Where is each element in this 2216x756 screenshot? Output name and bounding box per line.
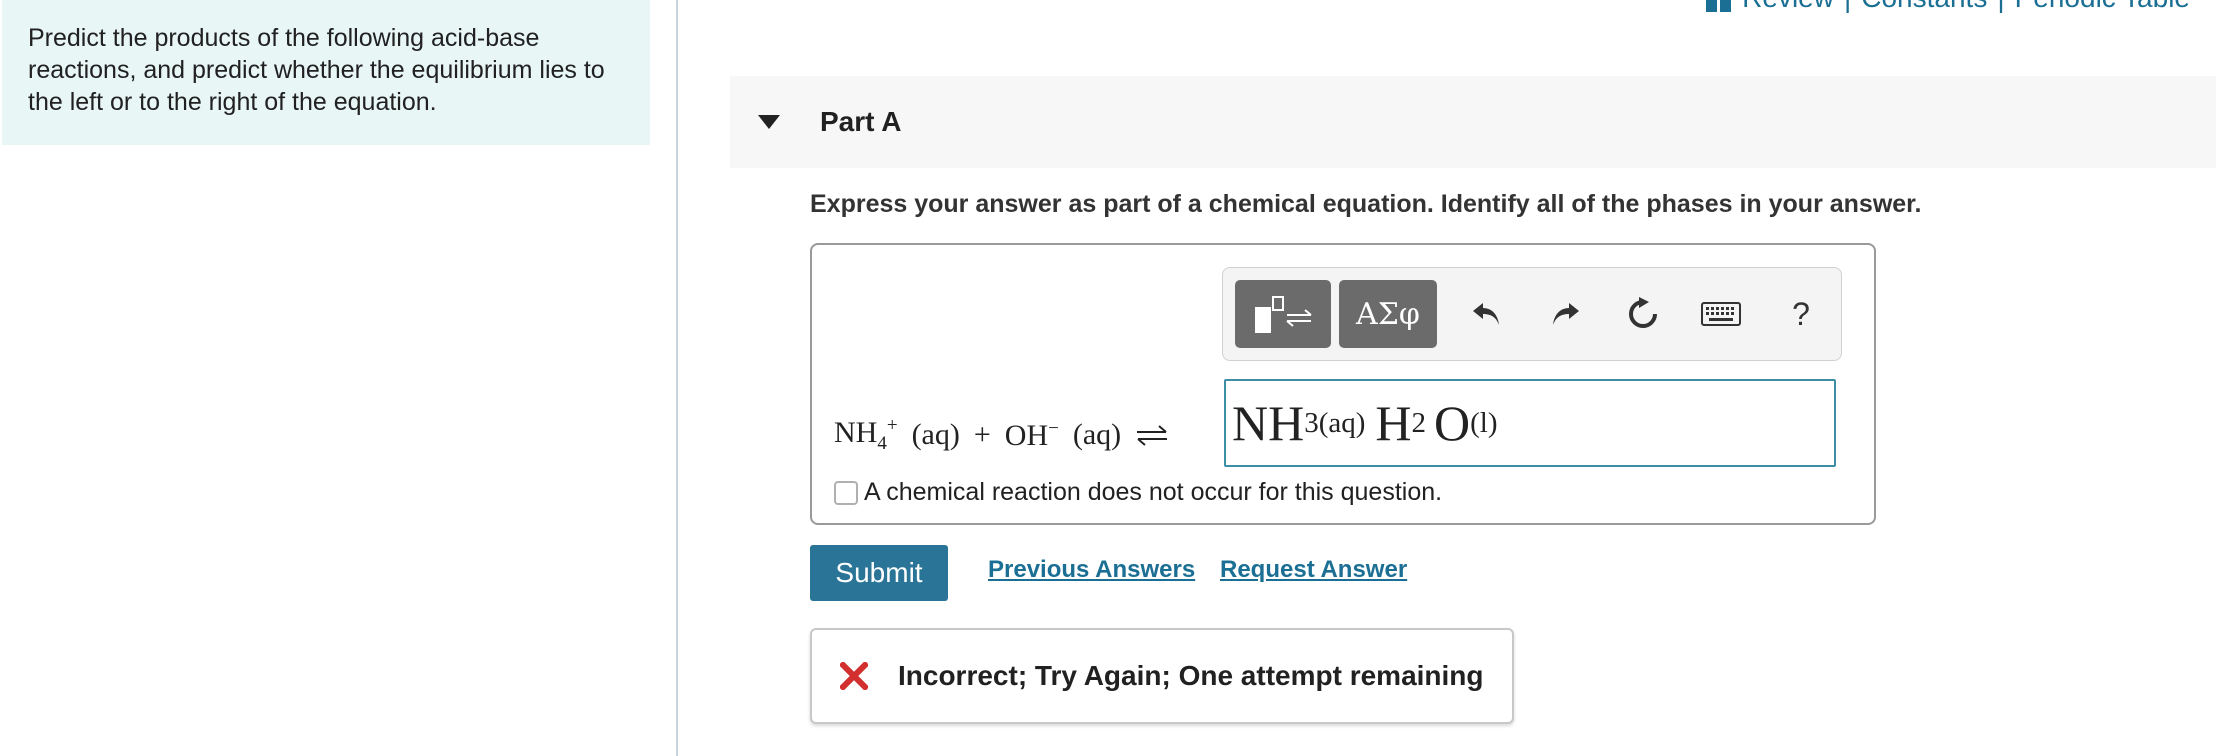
reactant-phase: (aq) xyxy=(1072,418,1122,451)
reactant-ammonium: NH4+ xyxy=(834,415,898,454)
feedback-banner: Incorrect; Try Again; One attempt remain… xyxy=(810,628,1514,724)
templates-icon xyxy=(1255,296,1312,333)
instruction-text: Express your answer as part of a chemica… xyxy=(810,190,1922,218)
reactant-hydroxide: OH− xyxy=(1004,417,1059,452)
plus-sign: + xyxy=(973,418,991,451)
previous-answers-link[interactable]: Previous Answers xyxy=(988,556,1195,584)
top-links: Review | Constants | Periodic Table xyxy=(1706,0,2190,14)
no-reaction-label: A chemical reaction does not occur for t… xyxy=(864,478,1443,506)
periodic-table-link[interactable]: Periodic Table xyxy=(2015,0,2190,14)
keyboard-icon xyxy=(1701,302,1741,326)
link-separator: | xyxy=(1997,0,2004,14)
undo-icon xyxy=(1473,303,1499,325)
part-title: Part A xyxy=(820,106,902,137)
no-reaction-checkbox[interactable] xyxy=(834,480,858,505)
panel-divider xyxy=(676,0,678,756)
caret-down-icon[interactable] xyxy=(758,115,780,129)
equilibrium-arrows-icon xyxy=(1137,425,1168,446)
page: Predict the products of the following ac… xyxy=(0,0,2216,756)
feedback-text: Incorrect; Try Again; One attempt remain… xyxy=(898,660,1484,691)
redo-icon xyxy=(1553,303,1579,325)
constants-link[interactable]: Constants xyxy=(1861,0,1987,14)
help-button[interactable]: ? xyxy=(1777,290,1825,338)
reset-icon xyxy=(1629,297,1657,328)
x-icon xyxy=(840,662,868,690)
keyboard-button[interactable] xyxy=(1697,290,1745,338)
submit-button[interactable]: Submit xyxy=(810,545,948,601)
intro-panel: Predict the products of the following ac… xyxy=(2,0,650,145)
redo-button[interactable] xyxy=(1541,290,1589,338)
answer-input[interactable]: NH 3(aq) H2 O (l) xyxy=(1224,379,1836,467)
no-reaction-option[interactable]: A chemical reaction does not occur for t… xyxy=(834,478,1442,507)
part-a-header[interactable]: Part A xyxy=(730,76,2216,168)
link-separator: | xyxy=(1844,0,1851,14)
reset-button[interactable] xyxy=(1619,290,1667,338)
answer-box: ΑΣφ ? NH4+ (aq) + OH− (aq) NH 3(aq) H 2 … xyxy=(810,243,1876,525)
math-toolbar: ΑΣφ ? xyxy=(1222,267,1842,361)
templates-button[interactable] xyxy=(1235,280,1331,348)
reactants-equation: NH4+ (aq) + OH− (aq) xyxy=(834,405,1181,465)
reactant-phase: (aq) xyxy=(911,418,960,451)
book-icon xyxy=(1706,0,1732,12)
intro-text: Predict the products of the following ac… xyxy=(28,24,605,116)
request-answer-link[interactable]: Request Answer xyxy=(1220,556,1407,584)
greek-symbols-button[interactable]: ΑΣφ xyxy=(1339,280,1437,348)
review-link[interactable]: Review xyxy=(1742,0,1834,14)
undo-button[interactable] xyxy=(1463,290,1511,338)
